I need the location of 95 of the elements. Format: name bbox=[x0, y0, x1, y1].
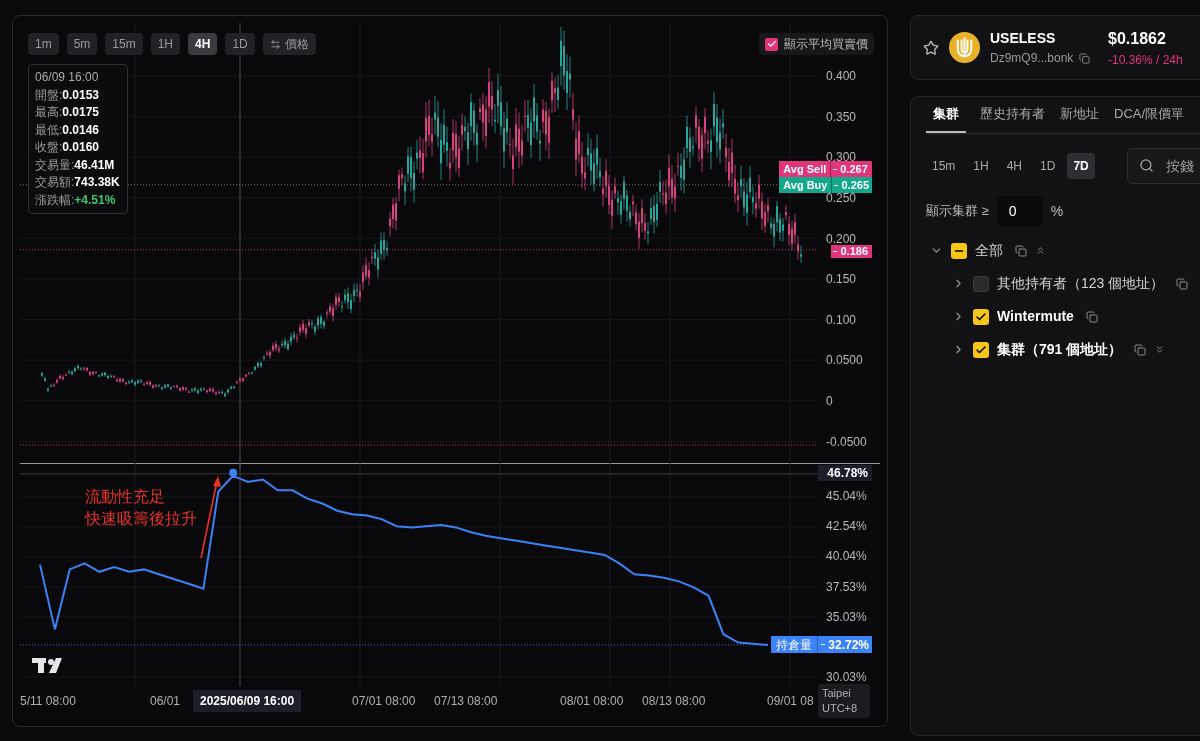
tab[interactable]: 歷史持有者 bbox=[979, 103, 1046, 133]
avg-price-badge: Avg Sell 0.267 bbox=[779, 161, 872, 177]
cluster-label: 全部 bbox=[975, 241, 1003, 260]
copy-icon[interactable] bbox=[1015, 244, 1027, 257]
interval-button[interactable]: 4H bbox=[188, 33, 218, 55]
price-axis-label: 0.300 bbox=[826, 151, 857, 164]
avg-price-checkbox[interactable]: 顯示平均買賣價 bbox=[759, 33, 874, 55]
holdings-badge: 持倉量 32.72% bbox=[771, 636, 872, 654]
copy-icon[interactable] bbox=[1134, 343, 1147, 356]
tooltip-value: 0.0175 bbox=[62, 104, 100, 121]
favorite-star-icon[interactable] bbox=[923, 39, 939, 56]
time-axis-label: 2025/06/09 16:00 bbox=[193, 689, 302, 712]
tooltip-value: 0.0153 bbox=[62, 86, 100, 104]
checkbox[interactable] bbox=[973, 308, 989, 325]
interval-button[interactable]: 15m bbox=[105, 33, 143, 55]
copy-icon[interactable] bbox=[1085, 310, 1098, 323]
tooltip-label: 開盤: bbox=[35, 86, 63, 104]
price-axis-label: 0.0500 bbox=[826, 354, 863, 367]
percent-axis-label: 40.04% bbox=[826, 550, 867, 563]
copy-icon[interactable] bbox=[1176, 277, 1189, 290]
tab[interactable]: 新地址 bbox=[1059, 103, 1100, 133]
threshold-input[interactable]: 0 bbox=[996, 196, 1043, 226]
tooltip-label: 最高: bbox=[35, 104, 63, 121]
logo-icon bbox=[32, 657, 62, 673]
price-axis-label: 0.350 bbox=[826, 110, 857, 123]
price-axis-label: 0.200 bbox=[826, 232, 857, 245]
copy-icon[interactable] bbox=[1079, 52, 1091, 64]
percent-axis-label: 37.53% bbox=[826, 580, 867, 593]
time-axis-label: 06/01 bbox=[150, 692, 181, 710]
range-button[interactable]: 15m bbox=[926, 153, 962, 179]
check-icon bbox=[975, 310, 987, 323]
tooltip-label: 最低: bbox=[35, 121, 63, 139]
tooltip-value: 0.0146 bbox=[62, 121, 100, 139]
search-icon bbox=[1138, 158, 1154, 173]
annotation-text: 流動性充足 bbox=[85, 486, 166, 507]
threshold-label: 顯示集群 ≥ bbox=[926, 202, 989, 221]
checkbox[interactable] bbox=[765, 37, 778, 51]
time-axis-label: 07/13 08:00 bbox=[434, 692, 498, 710]
token-address: Dz9mQ9...bonk bbox=[990, 50, 1074, 67]
tooltip-value: 0.0160 bbox=[62, 139, 100, 156]
token-price: $0.1862 bbox=[1108, 28, 1167, 49]
search-field[interactable]: 按錢 bbox=[1126, 148, 1200, 184]
tooltip-value: 46.41M bbox=[74, 156, 115, 174]
tooltip-label: 收盤: bbox=[35, 139, 63, 156]
token-logo-icon bbox=[949, 32, 980, 63]
percent-axis-label: 45.04% bbox=[826, 490, 867, 503]
price-axis-label: 0 bbox=[826, 395, 833, 408]
percent-unit: % bbox=[1050, 201, 1064, 221]
range-button[interactable]: 7D bbox=[1067, 153, 1095, 179]
price-axis-label: -0.0500 bbox=[826, 435, 867, 448]
percent-axis-label: 30.03% bbox=[826, 670, 867, 683]
price-axis-label: 0.400 bbox=[826, 70, 857, 83]
tooltip-label: 交易量: bbox=[35, 156, 75, 174]
avg-price-badge: Avg Buy 0.265 bbox=[779, 177, 872, 193]
price-toggle-button[interactable]: 價格 bbox=[262, 33, 316, 55]
percent-axis-label: 42.54% bbox=[826, 520, 867, 533]
checkbox[interactable] bbox=[973, 341, 989, 358]
range-button[interactable]: 4H bbox=[1000, 153, 1029, 179]
interval-button[interactable]: 1D bbox=[225, 33, 255, 55]
interval-button[interactable]: 5m bbox=[66, 33, 98, 55]
checkbox[interactable] bbox=[951, 242, 967, 259]
time-axis-label: 08/01 08:00 bbox=[560, 692, 624, 710]
tab[interactable]: DCA/限價單 bbox=[1113, 103, 1186, 133]
checkbox[interactable] bbox=[973, 275, 989, 292]
range-button[interactable]: 1D bbox=[1034, 153, 1062, 179]
interval-button[interactable]: 1H bbox=[150, 33, 181, 55]
price-axis-label: 0.100 bbox=[826, 313, 857, 326]
cluster-label: Wintermute bbox=[997, 307, 1074, 326]
tooltip-label: 漲跌幅: bbox=[35, 191, 75, 209]
tooltip-date: 06/09 16:00 bbox=[35, 69, 100, 86]
cluster-label: 集群（791 個地址） bbox=[997, 340, 1123, 359]
crosshair-dot bbox=[229, 468, 238, 477]
time-axis-label: 09/01 08 bbox=[767, 692, 814, 710]
tab[interactable]: 集群 bbox=[926, 103, 966, 133]
crosshair-value-label: 46.78% bbox=[818, 465, 872, 482]
token-symbol: USELESS bbox=[990, 29, 1057, 48]
percent-axis-label: 35.03% bbox=[826, 610, 867, 623]
tooltip-value: +4.51% bbox=[74, 191, 116, 209]
price-change: -10.36% / 24h bbox=[1108, 51, 1183, 69]
tooltip-value: 743.38K bbox=[74, 174, 120, 191]
last-price-badge: 0.186 bbox=[831, 245, 872, 258]
annotation-text: 快速吸籌後拉升 bbox=[85, 508, 197, 529]
price-axis-label: 0.250 bbox=[826, 192, 857, 205]
timezone-label: Taipei UTC+8 bbox=[818, 683, 870, 718]
time-axis-label: 07/01 08:00 bbox=[352, 692, 416, 710]
price-axis-label: 0.150 bbox=[826, 273, 857, 286]
range-button[interactable]: 1H bbox=[967, 153, 995, 179]
tooltip-label: 交易額: bbox=[35, 174, 75, 191]
interval-button[interactable]: 1m bbox=[28, 33, 59, 55]
cluster-label: 其他持有者（123 個地址） bbox=[997, 274, 1165, 293]
swap-icon bbox=[269, 38, 281, 50]
chevrons-up-icon[interactable] bbox=[1035, 245, 1046, 256]
time-axis-label: 5/11 08:00 bbox=[20, 692, 76, 710]
time-axis-label: 08/13 08:00 bbox=[642, 692, 706, 710]
check-icon bbox=[975, 343, 987, 356]
